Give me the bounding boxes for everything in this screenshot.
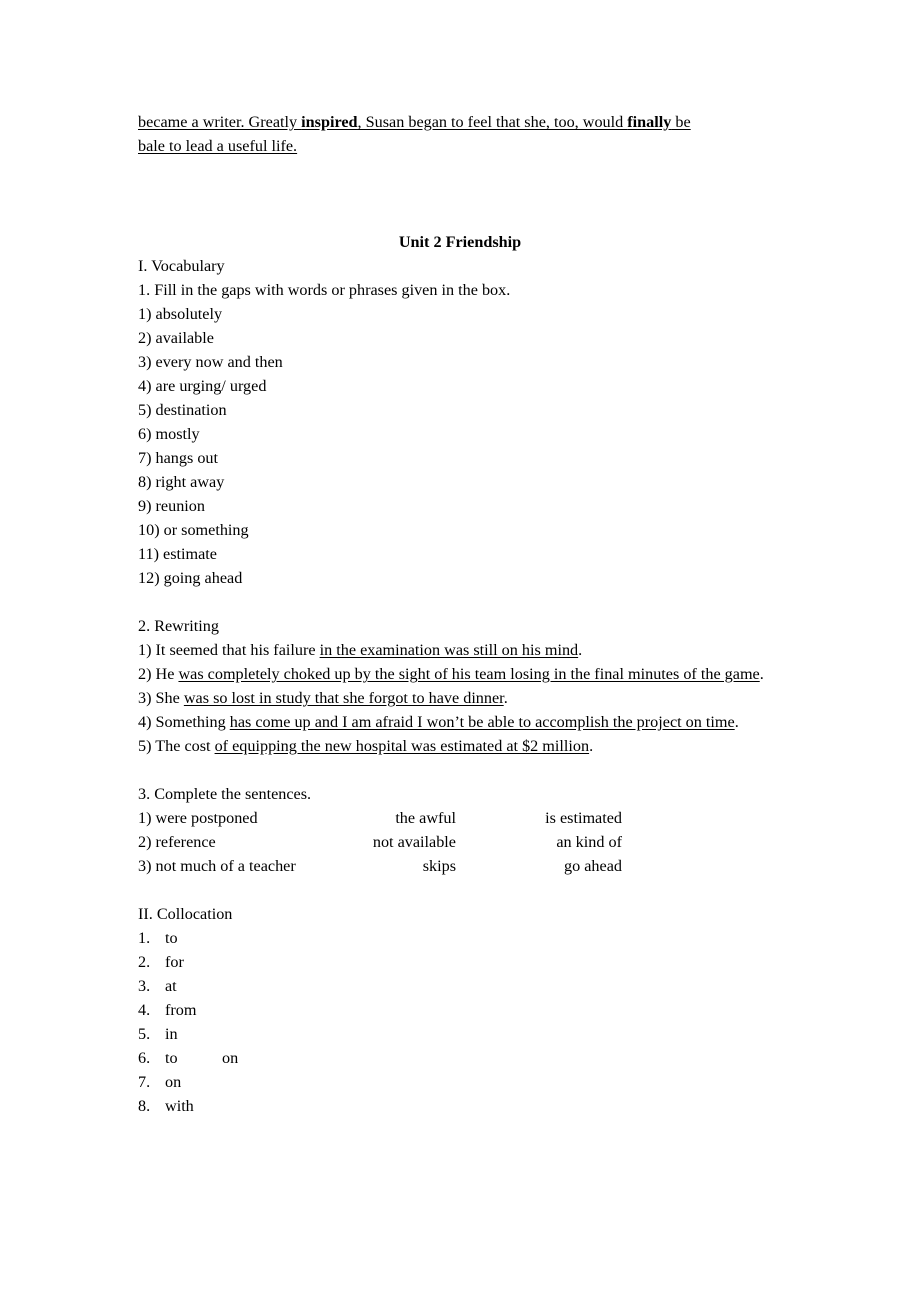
collocation-number-3: 3. bbox=[138, 977, 151, 995]
continuation-paragraph-line-2: bale to lead a useful life. bbox=[138, 137, 298, 155]
vocabulary-answer-5: 5) destination bbox=[138, 401, 227, 419]
collocation-number-2: 2. bbox=[138, 953, 151, 971]
table-row: 3) not much of a teacher skips go ahead bbox=[138, 854, 786, 878]
rewriting-1-tail: . bbox=[578, 641, 583, 659]
rewriting-4-tail: . bbox=[734, 713, 739, 731]
vocabulary-answer-8: 8) right away bbox=[138, 473, 225, 491]
complete-row-3-col-2: skips bbox=[422, 857, 456, 875]
collocation-word-5a: in bbox=[165, 1025, 178, 1043]
complete-row-2-col-2: not available bbox=[372, 833, 456, 851]
table-row: 2) reference not available an kind of bbox=[138, 830, 786, 854]
collocation-word-3a: at bbox=[165, 977, 177, 995]
vocabulary-answer-3: 3) every now and then bbox=[138, 353, 283, 371]
section-heading-collocation: II. Collocation bbox=[138, 905, 233, 923]
continuation-paragraph-line-1: became a writer. Greatly inspired, Susan… bbox=[138, 110, 786, 134]
rewriting-1-underlined: in the examination was still on his mind bbox=[319, 641, 579, 659]
list-item: 7. on bbox=[138, 1070, 786, 1094]
vocabulary-answer-9: 9) reunion bbox=[138, 497, 205, 515]
collocation-word-8a: with bbox=[165, 1097, 194, 1115]
continuation-text-part-2: , Susan began to feel that she, too, wou… bbox=[357, 113, 628, 131]
rewriting-3-tail: . bbox=[503, 689, 508, 707]
list-item: 3. at bbox=[138, 974, 786, 998]
document-page: became a writer. Greatly inspired, Susan… bbox=[0, 0, 920, 1302]
continuation-bold-finally: finally bbox=[627, 113, 672, 131]
rewriting-4-lead: 4) Something bbox=[138, 713, 230, 731]
list-item: 5. in bbox=[138, 1022, 786, 1046]
list-item: 2. for bbox=[138, 950, 786, 974]
collocation-word-4a: from bbox=[165, 1001, 197, 1019]
list-item: 1. to bbox=[138, 926, 786, 950]
rewriting-answer-1: 1) It seemed that his failure in the exa… bbox=[138, 638, 786, 662]
rewriting-answer-5: 5) The cost of equipping the new hospita… bbox=[138, 734, 786, 758]
rewriting-1-lead: 1) It seemed that his failure bbox=[138, 641, 320, 659]
rewriting-5-tail: . bbox=[589, 737, 594, 755]
vocabulary-answer-11: 11) estimate bbox=[138, 545, 217, 563]
collocation-number-7: 7. bbox=[138, 1073, 151, 1091]
section-heading-rewriting: 2. Rewriting bbox=[138, 617, 219, 635]
rewriting-4-underlined: has come up and I am afraid I won’t be a… bbox=[229, 713, 735, 731]
rewriting-5-underlined: of equipping the new hospital was estima… bbox=[214, 737, 590, 755]
complete-row-2-col-1: 2) reference bbox=[138, 833, 216, 851]
collocation-number-1: 1. bbox=[138, 929, 151, 947]
complete-row-1-col-3: is estimated bbox=[545, 809, 622, 827]
collocation-word-1a: to bbox=[165, 929, 178, 947]
vocabulary-answer-10: 10) or something bbox=[138, 521, 249, 539]
page-title: Unit 2 Friendship bbox=[398, 233, 522, 251]
rewriting-5-lead: 5) The cost bbox=[138, 737, 215, 755]
vocabulary-answer-7: 7) hangs out bbox=[138, 449, 219, 467]
vocabulary-answer-4: 4) are urging/ urged bbox=[138, 377, 267, 395]
rewriting-3-underlined: was so lost in study that she forgot to … bbox=[183, 689, 504, 707]
collocation-number-4: 4. bbox=[138, 1001, 151, 1019]
collocation-number-8: 8. bbox=[138, 1097, 151, 1115]
rewriting-answer-4: 4) Something has come up and I am afraid… bbox=[138, 710, 786, 734]
vocabulary-answer-1: 1) absolutely bbox=[138, 305, 223, 323]
complete-row-1-col-1: 1) were postponed bbox=[138, 809, 258, 827]
section-heading-complete-sentences: 3. Complete the sentences. bbox=[138, 785, 312, 803]
continuation-text-part-3: be bbox=[671, 113, 691, 131]
complete-row-2-col-3: an kind of bbox=[556, 833, 622, 851]
list-item: 6. to on bbox=[138, 1046, 786, 1070]
vocabulary-answer-6: 6) mostly bbox=[138, 425, 200, 443]
continuation-text-part-1: became a writer. Greatly bbox=[138, 113, 302, 131]
collocation-number-6: 6. bbox=[138, 1049, 151, 1067]
collocation-word-6b: on bbox=[222, 1049, 239, 1067]
list-item: 8. with bbox=[138, 1094, 786, 1118]
vocabulary-task-instruction: 1. Fill in the gaps with words or phrase… bbox=[138, 281, 511, 299]
vocabulary-answer-12: 12) going ahead bbox=[138, 569, 243, 587]
complete-row-3-col-1: 3) not much of a teacher bbox=[138, 857, 296, 875]
rewriting-2-underlined: was completely choked up by the sight of… bbox=[178, 665, 760, 683]
vocabulary-answer-2: 2) available bbox=[138, 329, 214, 347]
section-heading-vocabulary: I. Vocabulary bbox=[138, 257, 225, 275]
continuation-bold-inspired: inspired bbox=[301, 113, 358, 131]
rewriting-answer-2: 2) He was completely choked up by the si… bbox=[138, 662, 786, 686]
collocation-number-5: 5. bbox=[138, 1025, 151, 1043]
rewriting-answer-3: 3) She was so lost in study that she for… bbox=[138, 686, 786, 710]
collocation-word-6a: to bbox=[165, 1049, 178, 1067]
table-row: 1) were postponed the awful is estimated bbox=[138, 806, 786, 830]
complete-row-1-col-2: the awful bbox=[395, 809, 456, 827]
complete-row-3-col-3: go ahead bbox=[564, 857, 622, 875]
document-content: became a writer. Greatly inspired, Susan… bbox=[138, 110, 786, 1118]
collocation-word-7a: on bbox=[165, 1073, 182, 1091]
rewriting-3-lead: 3) She bbox=[138, 689, 184, 707]
list-item: 4. from bbox=[138, 998, 786, 1022]
collocation-word-2a: for bbox=[165, 953, 184, 971]
rewriting-2-lead: 2) He bbox=[138, 665, 179, 683]
rewriting-2-tail: . bbox=[759, 665, 764, 683]
